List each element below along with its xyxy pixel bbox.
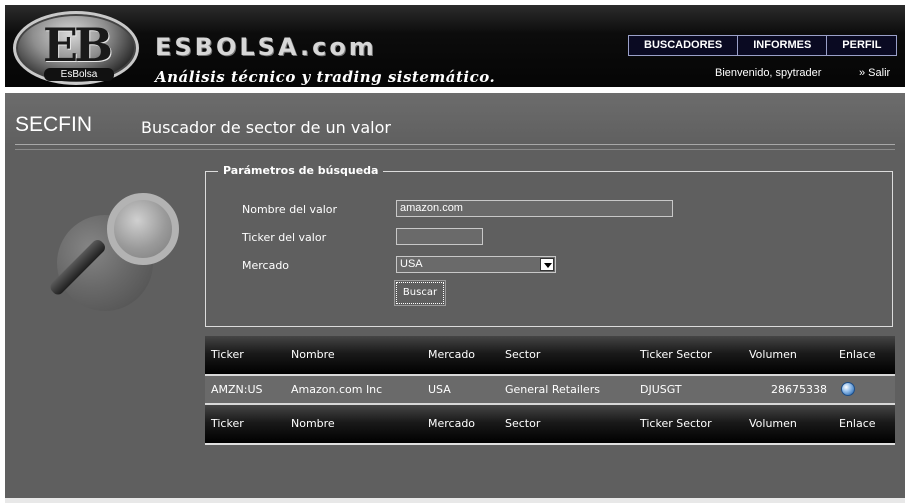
market-select-value: USA [400,258,423,270]
search-parameters-fieldset: Parámetros de búsqueda Nombre del valor … [205,164,893,327]
table-row: AMZN:US Amazon.com Inc USA General Retai… [205,374,895,405]
ticker-input[interactable] [396,228,483,245]
ticker-label: Ticker del valor [242,231,327,244]
table-footer-row: Ticker Nombre Mercado Sector Ticker Sect… [205,405,895,443]
app-code: SECFIN [15,113,93,136]
logo-subtitle: EsBolsa [44,68,114,81]
brand-tagline: Análisis técnico y trading sistemático. [155,68,496,86]
divider [15,149,895,150]
results-table: Ticker Nombre Mercado Sector Ticker Sect… [205,336,895,445]
name-input[interactable]: amazon.com [396,200,673,217]
cell-sector: General Retailers [505,383,600,396]
top-navigation: BUSCADORES INFORMES PERFIL [628,35,898,56]
column-footer-mercado: Mercado [428,417,476,430]
column-header-volumen: Volumen [749,348,797,361]
main-content: SECFIN Buscador de sector de un valor Pa… [5,93,905,498]
column-footer-enlace: Enlace [839,417,876,430]
market-select[interactable]: USA [396,256,556,273]
chevron-down-icon[interactable] [540,258,554,271]
cell-volumen: 28675338 [771,383,827,396]
brand-name: ESBOLSA.com [155,33,377,61]
logout-link[interactable]: » Salir [859,67,890,79]
page-title: Buscador de sector de un valor [141,118,391,137]
table-header-row: Ticker Nombre Mercado Sector Ticker Sect… [205,336,895,374]
nav-buscadores-button[interactable]: BUSCADORES [628,35,739,56]
column-header-sector: Sector [505,348,541,361]
column-footer-ticker: Ticker [211,417,244,430]
column-header-ticker: Ticker [211,348,244,361]
cell-nombre: Amazon.com Inc [291,383,383,396]
nav-informes-button[interactable]: INFORMES [737,35,828,56]
column-header-mercado: Mercado [428,348,476,361]
column-footer-ticker-sector: Ticker Sector [640,417,712,430]
column-footer-volumen: Volumen [749,417,797,430]
column-header-nombre: Nombre [291,348,335,361]
cell-ticker: AMZN:US [211,383,263,396]
welcome-text: Bienvenido, spytrader [715,67,822,79]
column-header-ticker-sector: Ticker Sector [640,348,712,361]
table-bottom-border [205,443,895,445]
name-label: Nombre del valor [242,203,338,216]
fieldset-legend: Parámetros de búsqueda [218,164,384,177]
divider [15,144,895,145]
column-header-enlace: Enlace [839,348,876,361]
search-button[interactable]: Buscar [394,280,446,306]
logo-letters: EB [43,18,113,72]
page-footer-line [5,498,905,503]
page-header: SECFIN Buscador de sector de un valor [5,93,905,143]
column-footer-nombre: Nombre [291,417,335,430]
cell-ticker-sector: DJUSGT [640,383,682,396]
cell-mercado: USA [428,383,451,396]
nav-perfil-button[interactable]: PERFIL [826,35,898,56]
market-label: Mercado [242,259,290,272]
site-header: EB EsBolsa ESBOLSA.com Análisis técnico … [5,5,905,90]
magnifier-lens [107,193,179,265]
column-footer-sector: Sector [505,417,541,430]
globe-link-icon[interactable] [841,382,855,396]
site-logo[interactable]: EB EsBolsa [13,11,139,85]
